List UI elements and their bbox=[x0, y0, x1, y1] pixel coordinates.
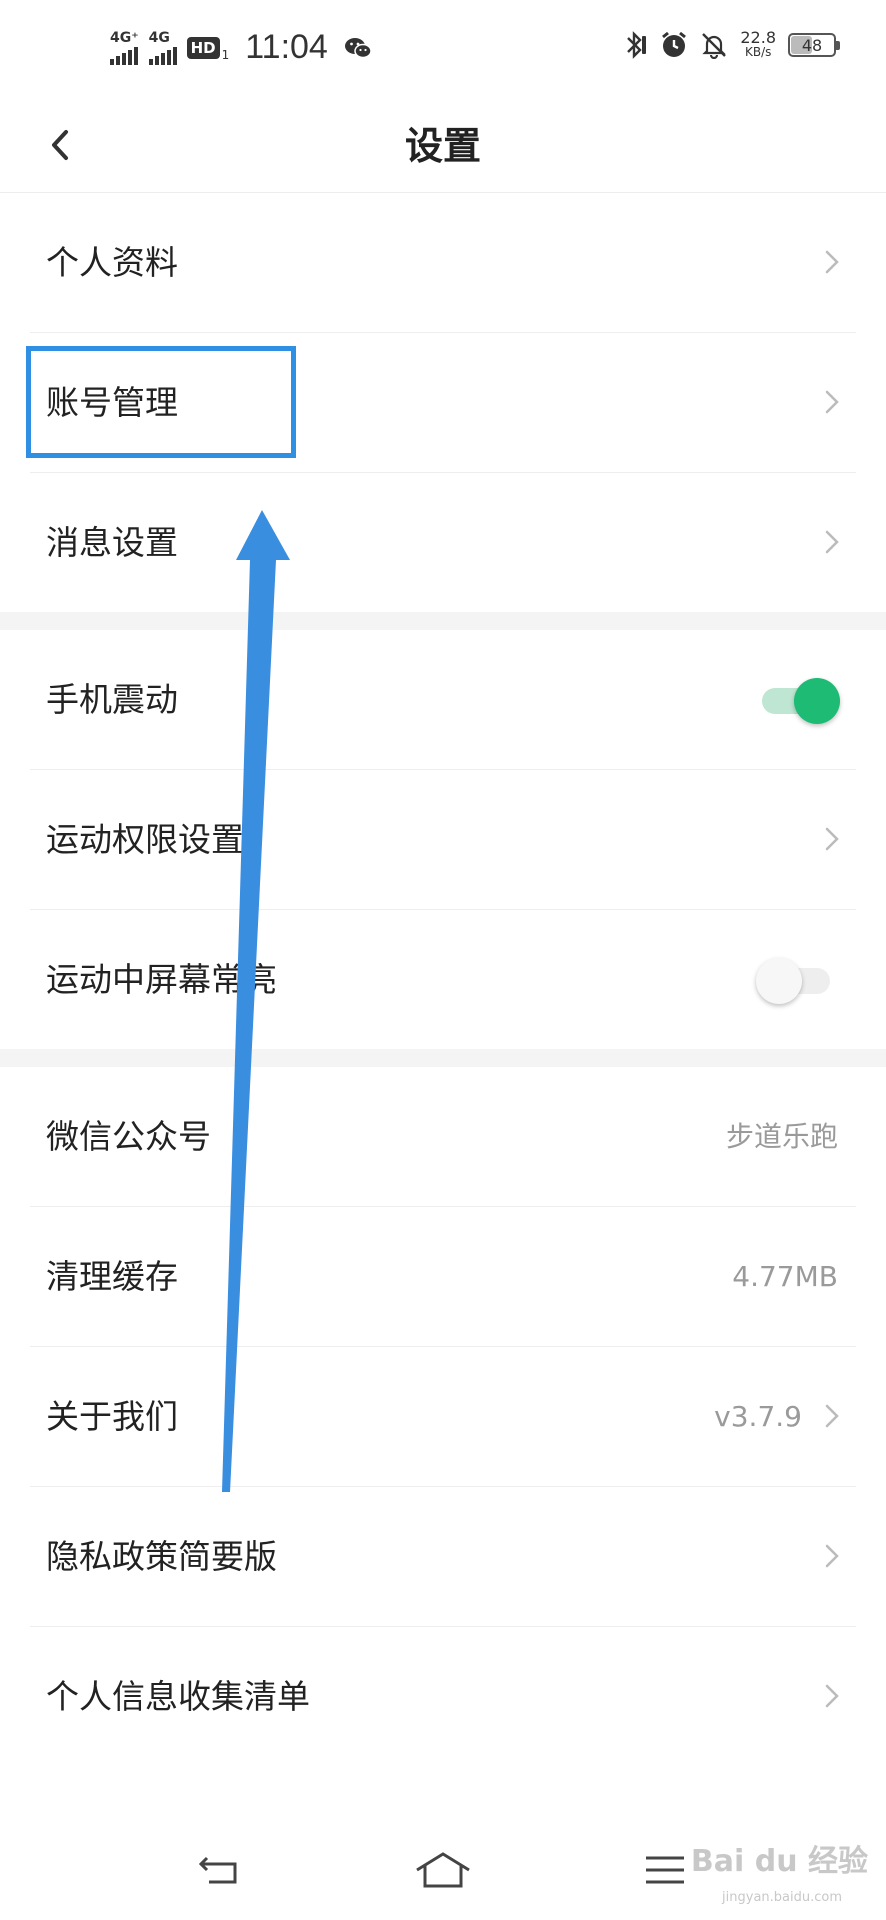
settings-item-data-collection-list[interactable]: 个人信息收集清单 bbox=[0, 1627, 886, 1766]
item-label: 关于我们 bbox=[46, 1397, 178, 1436]
chevron-right-icon bbox=[825, 1684, 839, 1708]
nav-back-button[interactable] bbox=[180, 1840, 260, 1900]
back-nav-icon bbox=[198, 1856, 237, 1884]
item-value: v3.7.9 bbox=[714, 1400, 802, 1433]
vibration-toggle[interactable] bbox=[756, 676, 840, 724]
chevron-right-icon bbox=[825, 250, 839, 274]
alarm-icon bbox=[662, 31, 687, 57]
item-label: 清理缓存 bbox=[46, 1257, 178, 1296]
clock: 11:04 bbox=[245, 28, 328, 66]
baidu-watermark-url: jingyan.baidu.com bbox=[722, 1890, 842, 1905]
menu-nav-icon bbox=[646, 1856, 684, 1884]
chevron-right-icon bbox=[825, 530, 839, 554]
chevron-right-icon bbox=[825, 827, 839, 851]
settings-item-profile[interactable]: 个人资料 bbox=[0, 193, 886, 332]
app-header: 设置 bbox=[0, 100, 886, 193]
settings-item-clear-cache[interactable]: 清理缓存 4.77MB bbox=[0, 1207, 886, 1346]
network-speed: 22.8 KB/s bbox=[740, 28, 776, 60]
toggle-knob bbox=[794, 678, 840, 724]
item-label: 微信公众号 bbox=[46, 1117, 211, 1156]
chevron-right-icon bbox=[825, 1544, 839, 1568]
signal-icon-2: 4G bbox=[148, 29, 177, 65]
network-type-2: 4G bbox=[148, 29, 170, 46]
settings-item-exercise-permissions[interactable]: 运动权限设置 bbox=[0, 770, 886, 909]
bluetooth-icon bbox=[627, 31, 647, 59]
item-label: 手机震动 bbox=[46, 680, 178, 719]
back-chevron-icon bbox=[52, 130, 68, 160]
baidu-watermark: Bai du 经验 bbox=[690, 1844, 868, 1879]
status-bar: 4G⁺ 4G HD 1 11:04 22.8 KB/s 48 bbox=[0, 0, 886, 100]
item-value: 步道乐跑 bbox=[725, 1120, 838, 1153]
settings-item-screen-on: 运动中屏幕常亮 bbox=[0, 910, 886, 1049]
item-label: 消息设置 bbox=[46, 523, 178, 562]
item-label: 个人资料 bbox=[46, 243, 178, 282]
settings-item-privacy-summary[interactable]: 隐私政策简要版 bbox=[0, 1487, 886, 1626]
item-label: 运动权限设置 bbox=[46, 820, 244, 859]
settings-item-wechat-account[interactable]: 微信公众号 步道乐跑 bbox=[0, 1067, 886, 1206]
section-gap bbox=[0, 612, 886, 630]
item-value: 4.77MB bbox=[732, 1260, 838, 1293]
chevron-right-icon bbox=[825, 1404, 839, 1428]
hd-voice-icon: HD bbox=[186, 36, 220, 59]
page-title: 设置 bbox=[404, 124, 481, 168]
screen-on-toggle[interactable] bbox=[756, 956, 840, 1004]
item-label: 隐私政策简要版 bbox=[46, 1537, 277, 1576]
settings-item-about[interactable]: 关于我们 v3.7.9 bbox=[0, 1347, 886, 1486]
settings-item-vibration: 手机震动 bbox=[0, 630, 886, 769]
section-gap bbox=[0, 1049, 886, 1067]
hd-sub-label: 1 bbox=[221, 47, 230, 62]
battery-icon: 48 bbox=[788, 33, 840, 57]
settings-item-messages[interactable]: 消息设置 bbox=[0, 473, 886, 612]
signal-icon: 4G⁺ bbox=[110, 31, 139, 65]
back-button[interactable] bbox=[40, 120, 80, 170]
item-label: 运动中屏幕常亮 bbox=[46, 960, 277, 999]
network-type-1: 4G⁺ bbox=[110, 29, 139, 46]
item-label: 个人信息收集清单 bbox=[46, 1677, 310, 1716]
annotation-highlight-box bbox=[26, 346, 296, 458]
toggle-knob bbox=[756, 958, 802, 1004]
battery-level: 48 bbox=[801, 35, 823, 55]
wechat-icon bbox=[344, 37, 372, 58]
chevron-right-icon bbox=[825, 390, 839, 414]
bell-off-icon bbox=[702, 33, 727, 59]
home-nav-icon bbox=[416, 1852, 470, 1888]
nav-home-button[interactable] bbox=[403, 1840, 483, 1900]
